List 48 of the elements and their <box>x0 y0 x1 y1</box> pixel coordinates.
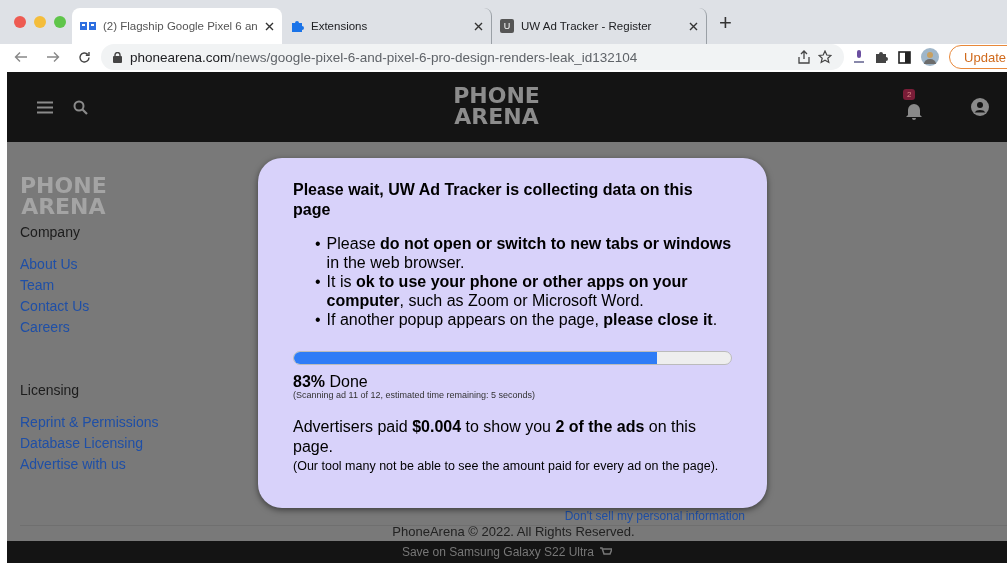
avatar-icon[interactable] <box>921 48 940 66</box>
site-logo[interactable]: PHONE ARENA <box>453 86 540 128</box>
tab-title: UW Ad Tracker - Register <box>521 20 653 32</box>
tab-title: (2) Flagship Google Pixel 6 an <box>103 20 258 32</box>
puzzle-icon[interactable] <box>874 50 889 64</box>
new-tab-button[interactable]: + <box>719 10 732 36</box>
extension-favicon-icon: U <box>500 19 514 33</box>
share-icon[interactable] <box>798 50 811 64</box>
progress-detail: (Scanning ad 11 of 12, estimated time remaining: 5 seconds) <box>293 390 536 400</box>
cart-icon[interactable] <box>600 547 613 557</box>
update-button[interactable]: Update <box>949 45 1007 69</box>
star-icon[interactable] <box>818 50 833 64</box>
side-panel-icon[interactable] <box>898 50 912 64</box>
progress-percent: 83% <box>293 373 326 390</box>
account-icon[interactable] <box>971 98 989 116</box>
progress-label: Done <box>329 373 368 390</box>
puzzle-icon <box>290 19 304 33</box>
lock-icon <box>113 51 122 63</box>
bullet-mark: • <box>315 234 321 254</box>
back-icon[interactable] <box>14 51 28 63</box>
bell-icon[interactable] <box>905 101 923 121</box>
footer-heading: Company <box>20 223 80 240</box>
footer-heading: Licensing <box>20 381 80 398</box>
promo-text[interactable]: Save on Samsung Galaxy S22 Ultra <box>401 546 595 558</box>
popup-title: Please wait, UW Ad Tracker is collecting data on this page <box>293 180 694 220</box>
menu-icon[interactable] <box>37 100 53 114</box>
notification-badge: 2 <box>903 89 916 100</box>
instruction-item: Please do not open or switch to new tabs or windows in the web browser. <box>326 234 732 272</box>
instruction-item: It is ok to use your phone or other apps on your computer, such as Zoom or Microsoft Word. <box>326 272 689 310</box>
instruction-item: If another popup appears on the page, please close it. <box>326 310 718 329</box>
browser-tab[interactable]: (2) Flagship Google Pixel 6 an <box>72 8 282 44</box>
url-host: phonearena.com <box>130 49 232 65</box>
summary-text: Advertisers paid $0.004 to show you 2 of the ads on this page. <box>293 417 697 457</box>
summary-note: (Our tool many not be able to see the amount paid for every ad on the page). <box>293 459 720 473</box>
site-favicon-icon <box>80 21 96 31</box>
forward-icon[interactable] <box>46 51 60 63</box>
reload-icon[interactable] <box>78 50 91 64</box>
close-icon[interactable] <box>689 21 698 31</box>
url-path: /news/google-pixel-6-and-pixel-6-pro-design-renders-leak_id132104 <box>231 49 638 65</box>
close-icon[interactable] <box>474 21 483 31</box>
tab-title: Extensions <box>311 20 369 32</box>
bullet-mark: • <box>315 310 321 329</box>
address-bar[interactable]: phonearena.com/news/google-pixel-6-and-pixel-6-pro-design-renders-leak_id132104 <box>101 44 845 70</box>
close-icon[interactable] <box>265 21 274 31</box>
copyright-text: PhoneArena © 2022. All Rights Reserved. <box>392 524 635 539</box>
bullet-mark: • <box>315 272 321 292</box>
microphone-icon[interactable] <box>854 49 865 65</box>
search-icon[interactable] <box>73 99 88 115</box>
